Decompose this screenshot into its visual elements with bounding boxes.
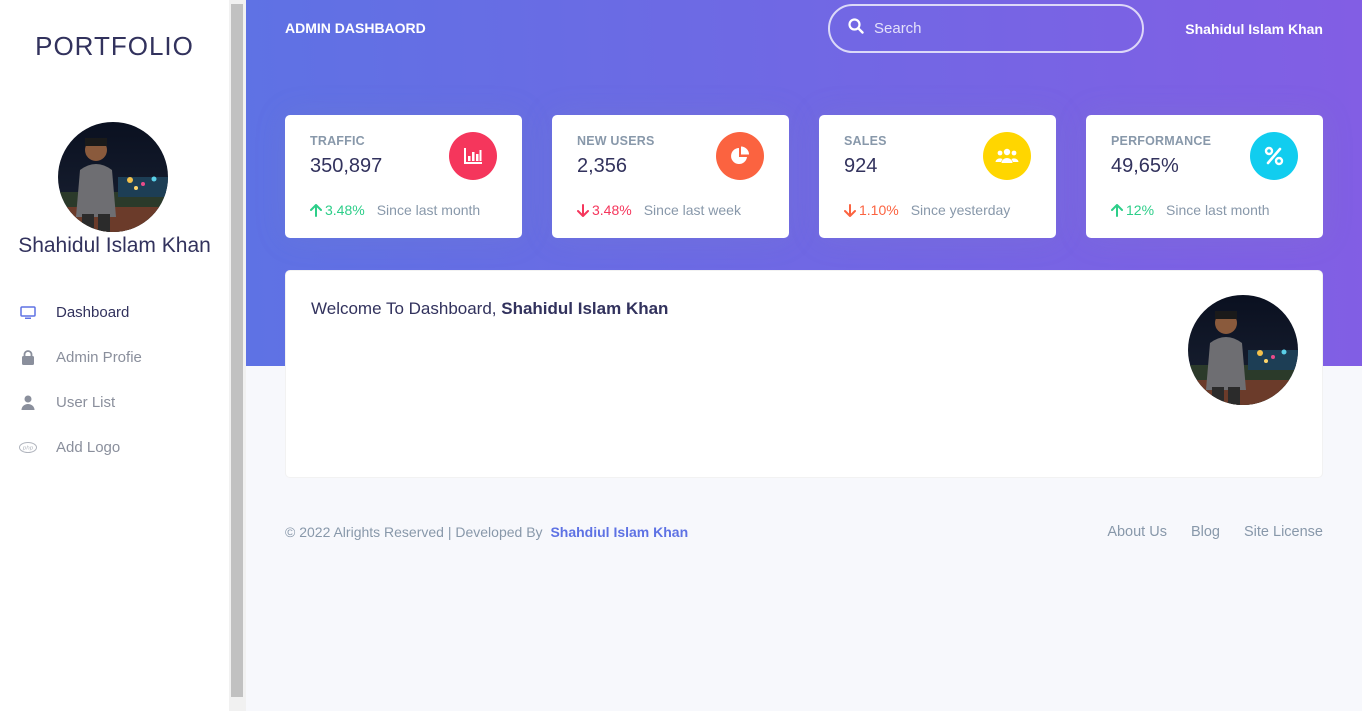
- stat-change: 1.10%: [859, 202, 899, 218]
- arrow-down-icon: [577, 203, 589, 217]
- sidebar-item-label: User List: [56, 394, 116, 411]
- bar-chart-icon: [449, 132, 497, 180]
- sidebar-item-label: Dashboard: [56, 304, 130, 321]
- stat-footer: 3.48% Since last month: [310, 202, 480, 218]
- footer-copyright: © 2022 Alrights Reserved | Developed By …: [285, 524, 688, 540]
- percent-icon: [1250, 132, 1298, 180]
- stat-footer: 3.48% Since last week: [577, 202, 741, 218]
- sidebar: PORTFOLIO Shahidul Islam Khan Dashboard …: [0, 0, 229, 711]
- monitor-icon: [19, 304, 37, 322]
- stat-title: TRAFFIC: [310, 134, 365, 148]
- stat-card-traffic: TRAFFIC 350,897 3.48% Since last month: [285, 115, 522, 238]
- stat-value: 350,897: [310, 155, 383, 177]
- search-input[interactable]: [874, 20, 1124, 37]
- user-icon: [19, 394, 37, 412]
- sidebar-nav: Dashboard Admin Profie User List php Add…: [0, 290, 229, 470]
- stat-change: 12%: [1126, 202, 1155, 218]
- stat-value: 924: [844, 155, 878, 177]
- search-icon: [848, 18, 864, 39]
- footer-link-about[interactable]: About Us: [1107, 524, 1167, 540]
- stat-since: Since last month: [1166, 202, 1270, 218]
- copyright-text: © 2022 Alrights Reserved | Developed By: [285, 524, 543, 540]
- sidebar-item-add-logo[interactable]: php Add Logo: [0, 425, 229, 470]
- stat-since: Since last week: [643, 202, 741, 218]
- stat-value: 2,356: [577, 155, 628, 177]
- sidebar-item-label: Add Logo: [56, 439, 121, 456]
- welcome-user-name: Shahidul Islam Khan: [501, 299, 669, 318]
- stat-since: Since last month: [376, 202, 481, 218]
- footer-link-license[interactable]: Site License: [1244, 524, 1323, 540]
- developer-link[interactable]: Shahdiul Islam Khan: [550, 524, 688, 540]
- lock-icon: [19, 349, 37, 367]
- welcome-panel: Welcome To Dashboard, Shahidul Islam Kha…: [285, 270, 1323, 478]
- welcome-prefix: Welcome To Dashboard,: [311, 299, 502, 318]
- pie-chart-icon: [716, 132, 764, 180]
- stat-footer: 1.10% Since yesterday: [844, 202, 1010, 218]
- stat-card-new-users: NEW USERS 2,356 3.48% Since last week: [552, 115, 789, 238]
- stat-footer: 12% Since last month: [1111, 202, 1270, 218]
- php-icon: php: [19, 439, 37, 457]
- welcome-avatar: [1188, 295, 1298, 405]
- arrow-up-icon: [310, 203, 322, 217]
- brand-title[interactable]: PORTFOLIO: [0, 31, 229, 62]
- arrow-up-icon: [1111, 203, 1123, 217]
- stat-title: SALES: [844, 134, 887, 148]
- stat-since: Since yesterday: [910, 202, 1011, 218]
- scrollbar-thumb[interactable]: [231, 4, 243, 697]
- footer-links: About Us Blog Site License: [1107, 524, 1323, 540]
- stat-title: PERFORMANCE: [1111, 134, 1212, 148]
- sidebar-item-admin-profile[interactable]: Admin Profie: [0, 335, 229, 380]
- sidebar-user-name: Shahidul Islam Khan: [18, 234, 211, 257]
- sidebar-item-user-list[interactable]: User List: [0, 380, 229, 425]
- users-icon: [983, 132, 1031, 180]
- sidebar-item-label: Admin Profie: [56, 349, 142, 366]
- sidebar-avatar: [58, 122, 168, 232]
- stat-change: 3.48%: [325, 202, 365, 218]
- stat-title: NEW USERS: [577, 134, 655, 148]
- stat-value: 49,65%: [1111, 155, 1179, 177]
- stat-change: 3.48%: [592, 202, 632, 218]
- sidebar-item-dashboard[interactable]: Dashboard: [0, 290, 229, 335]
- svg-text:php: php: [22, 446, 34, 452]
- search-box[interactable]: [828, 4, 1144, 53]
- stat-card-performance: PERFORMANCE 49,65% 12% Since last month: [1086, 115, 1323, 238]
- header-user-name[interactable]: Shahidul Islam Khan: [1185, 21, 1323, 37]
- welcome-message: Welcome To Dashboard, Shahidul Islam Kha…: [311, 299, 668, 319]
- page-title[interactable]: ADMIN DASHBAORD: [285, 20, 426, 36]
- sidebar-scrollbar[interactable]: [229, 0, 246, 711]
- footer-link-blog[interactable]: Blog: [1191, 524, 1220, 540]
- arrow-down-icon: [844, 203, 856, 217]
- stat-card-sales: SALES 924 1.10% Since yesterday: [819, 115, 1056, 238]
